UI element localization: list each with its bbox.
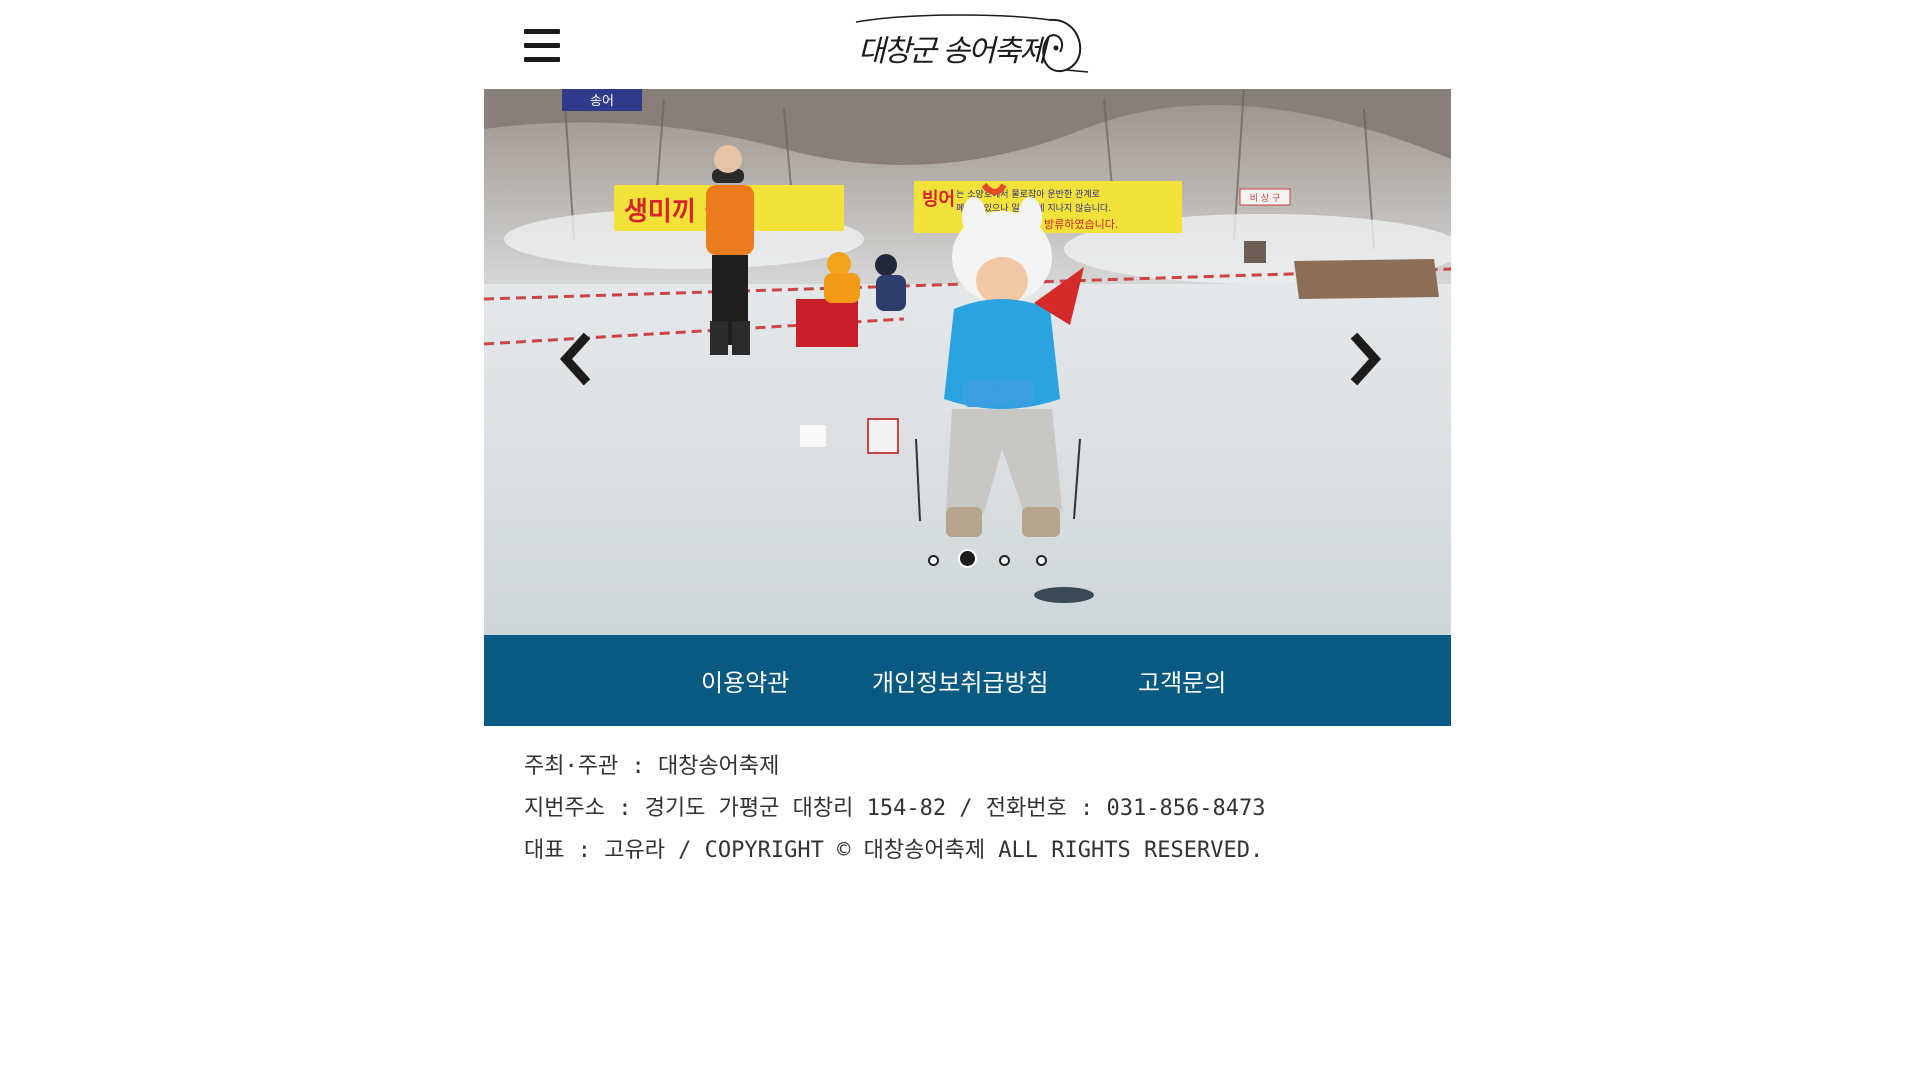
slider-dot-1[interactable] [928,555,939,566]
chevron-right-icon[interactable] [1343,329,1393,389]
site-header: 대창군 송어축제 [484,0,1451,89]
slider-dot-3[interactable] [999,555,1010,566]
hamburger-menu-icon[interactable] [524,29,560,63]
privacy-policy-link[interactable]: 개인정보취급방침 [872,663,1049,698]
fish-icon [855,14,1089,73]
svg-text:송어: 송어 [590,94,614,109]
copyright-line: 대표 : 고유라 / COPYRIGHT © 대창송어축제 ALL RIGHTS… [524,838,1264,863]
page: 대창군 송어축제 송어 생미끼 금지 빙어 는 소양호에서 물로잡아 운반한 관… [0,0,1920,1080]
banner-right-line3: 방류하였습니다. [1044,217,1118,231]
slider-dot-4[interactable] [1036,555,1047,566]
terms-link[interactable]: 이용약관 [701,663,789,698]
image-slider[interactable]: 송어 생미끼 금지 빙어 는 소양호에서 물로잡아 운반한 관계로 폐사가 있으… [484,89,1451,635]
slider-dot-2[interactable] [958,549,977,568]
slider-pagination [908,549,1068,571]
organizer-line: 주최·주관 : 대창송어축제 [524,754,780,779]
footer-info: 주최·주관 : 대창송어축제 지번주소 : 경기도 가평군 대창리 154-82… [524,746,1424,872]
banner-right-title: 빙어 [922,189,955,210]
footer-nav: 이용약관 개인정보취급방침 고객문의 [484,635,1451,726]
site-logo[interactable]: 대창군 송어축제 [854,12,1094,78]
sign-small-text: 비 상 구 [1250,193,1281,204]
address-phone-line: 지번주소 : 경기도 가평군 대창리 154-82 / 전화번호 : 031-8… [524,796,1266,821]
chevron-left-icon[interactable] [548,329,598,389]
contact-link[interactable]: 고객문의 [1138,663,1226,698]
